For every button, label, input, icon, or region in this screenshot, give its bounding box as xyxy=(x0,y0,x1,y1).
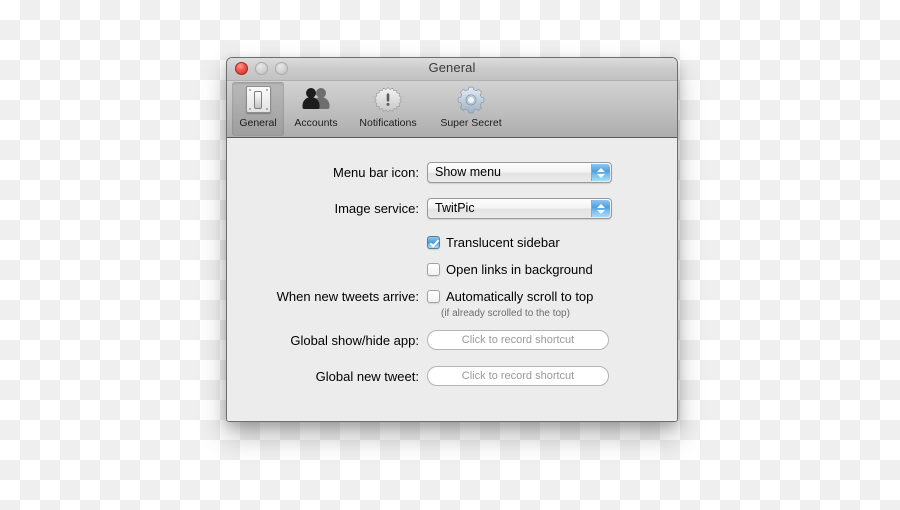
tab-super-secret-label: Super Secret xyxy=(440,117,502,129)
window-title: General xyxy=(428,60,476,75)
row-open-links-background: Open links in background xyxy=(227,262,593,277)
open-links-background-label: Open links in background xyxy=(446,262,593,277)
tab-general-label: General xyxy=(239,117,277,129)
window-titlebar: General xyxy=(227,58,677,81)
image-service-popup[interactable]: TwitPic xyxy=(427,198,612,219)
tab-super-secret[interactable]: Super Secret xyxy=(428,82,514,136)
global-new-tweet-label: Global new tweet: xyxy=(315,368,419,384)
row-menu-bar-icon: Menu bar icon: Show menu xyxy=(227,162,612,183)
chevron-down-icon xyxy=(597,173,605,178)
gear-icon xyxy=(456,85,486,115)
auto-scroll-top-checkbox[interactable]: Automatically scroll to top xyxy=(427,289,593,304)
global-show-hide-recorder[interactable]: Click to record shortcut xyxy=(427,330,609,350)
translucent-sidebar-label: Translucent sidebar xyxy=(446,235,560,250)
chevron-up-icon xyxy=(597,167,605,172)
preferences-toolbar: General Accounts Notifications Super Sec… xyxy=(227,81,677,138)
translucent-sidebar-checkbox[interactable]: Translucent sidebar xyxy=(427,235,560,250)
tab-general[interactable]: General xyxy=(232,82,284,136)
chevron-down-icon xyxy=(597,209,605,214)
tab-accounts-label: Accounts xyxy=(294,117,338,129)
auto-scroll-top-note: (if already scrolled to the top) xyxy=(441,308,570,319)
new-tweets-arrive-label: When new tweets arrive: xyxy=(276,289,419,304)
tab-accounts[interactable]: Accounts xyxy=(284,82,348,136)
menu-bar-icon-label: Menu bar icon: xyxy=(333,165,419,180)
row-translucent-sidebar: Translucent sidebar xyxy=(227,235,560,250)
image-service-stepper[interactable] xyxy=(591,200,610,217)
menu-bar-icon-value: Show menu xyxy=(435,165,502,179)
auto-scroll-top-label: Automatically scroll to top xyxy=(446,289,594,304)
preferences-window: General General Accounts Notifications S… xyxy=(226,57,678,422)
checkbox-unchecked-icon[interactable] xyxy=(427,263,440,276)
global-new-tweet-recorder[interactable]: Click to record shortcut xyxy=(427,366,609,386)
row-global-new-tweet: Global new tweet: Click to record shortc… xyxy=(227,366,609,386)
burst-alert-icon xyxy=(373,85,403,115)
row-global-show-hide: Global show/hide app: Click to record sh… xyxy=(227,330,609,350)
global-show-hide-label: Global show/hide app: xyxy=(290,332,419,348)
switch-plate-icon xyxy=(243,85,273,115)
people-icon xyxy=(301,85,331,115)
image-service-label: Image service: xyxy=(334,201,419,216)
menu-bar-icon-popup[interactable]: Show menu xyxy=(427,162,612,183)
checkbox-unchecked-icon[interactable] xyxy=(427,290,440,303)
chevron-up-icon xyxy=(597,203,605,208)
tab-notifications-label: Notifications xyxy=(359,117,417,129)
row-image-service: Image service: TwitPic xyxy=(227,198,612,219)
preferences-content: Menu bar icon: Show menu Image service: … xyxy=(227,138,677,421)
row-new-tweets-arrive: When new tweets arrive: Automatically sc… xyxy=(227,289,594,304)
tab-notifications[interactable]: Notifications xyxy=(348,82,428,136)
checkbox-checked-icon[interactable] xyxy=(427,236,440,249)
open-links-background-checkbox[interactable]: Open links in background xyxy=(427,262,593,277)
image-service-value: TwitPic xyxy=(435,201,475,215)
menu-bar-icon-stepper[interactable] xyxy=(591,164,610,181)
